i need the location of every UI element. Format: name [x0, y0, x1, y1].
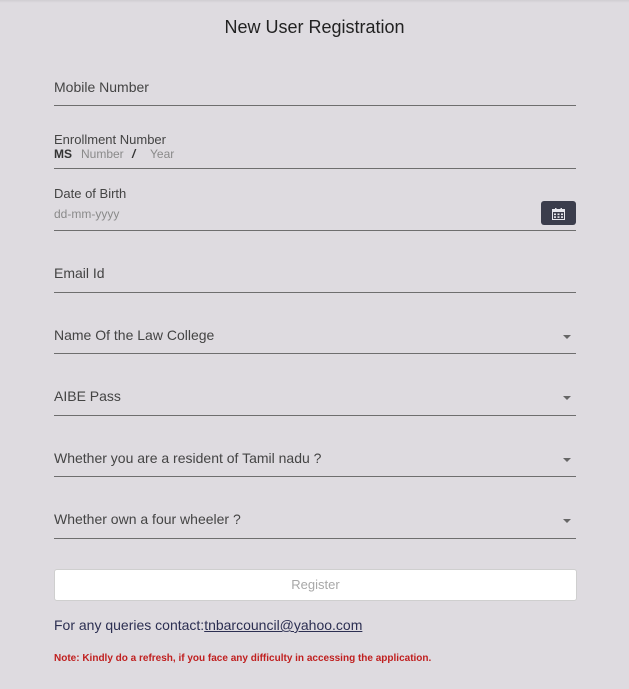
date-of-birth-field[interactable]: Date of Birth dd-mm-yyyy	[54, 185, 576, 231]
enrollment-number-input[interactable]: Number	[81, 147, 124, 161]
law-college-label: Name Of the Law College	[54, 327, 215, 343]
chevron-down-icon	[563, 519, 571, 523]
calendar-button[interactable]	[541, 201, 576, 225]
aibe-pass-select[interactable]: AIBE Pass	[54, 387, 576, 416]
date-of-birth-label: Date of Birth	[54, 186, 127, 201]
register-button[interactable]: Register	[54, 569, 577, 601]
contact-prefix: For any queries contact:	[54, 617, 205, 633]
calendar-icon	[552, 207, 565, 220]
email-id-field[interactable]: Email Id	[54, 264, 576, 293]
contact-line: For any queries contact:tnbarcouncil@yah…	[54, 617, 362, 633]
law-college-select[interactable]: Name Of the Law College	[54, 326, 576, 354]
top-shadow	[0, 0, 629, 3]
resident-select[interactable]: Whether you are a resident of Tamil nadu…	[54, 449, 576, 477]
date-of-birth-input[interactable]: dd-mm-yyyy	[54, 207, 119, 221]
chevron-down-icon	[563, 396, 571, 400]
mobile-number-field[interactable]: Mobile Number	[54, 78, 576, 106]
mobile-number-label: Mobile Number	[54, 79, 149, 95]
four-wheeler-label: Whether own a four wheeler ?	[54, 511, 241, 527]
resident-label: Whether you are a resident of Tamil nadu…	[54, 450, 322, 466]
refresh-note: Note: Kindly do a refresh, if you face a…	[54, 653, 432, 664]
enrollment-prefix: MS	[54, 147, 72, 161]
email-id-label: Email Id	[54, 265, 105, 281]
aibe-pass-label: AIBE Pass	[54, 388, 121, 404]
enrollment-number-field: Enrollment Number MS Number / Year	[54, 131, 576, 169]
enrollment-year-input[interactable]: Year	[150, 147, 174, 161]
page-title: New User Registration	[224, 17, 405, 37]
chevron-down-icon	[563, 335, 571, 339]
contact-email-link[interactable]: tnbarcouncil@yahoo.com	[204, 617, 362, 633]
enrollment-number-label: Enrollment Number	[54, 132, 166, 147]
chevron-down-icon	[563, 458, 571, 462]
four-wheeler-select[interactable]: Whether own a four wheeler ?	[54, 510, 576, 539]
enrollment-separator: /	[132, 147, 136, 161]
